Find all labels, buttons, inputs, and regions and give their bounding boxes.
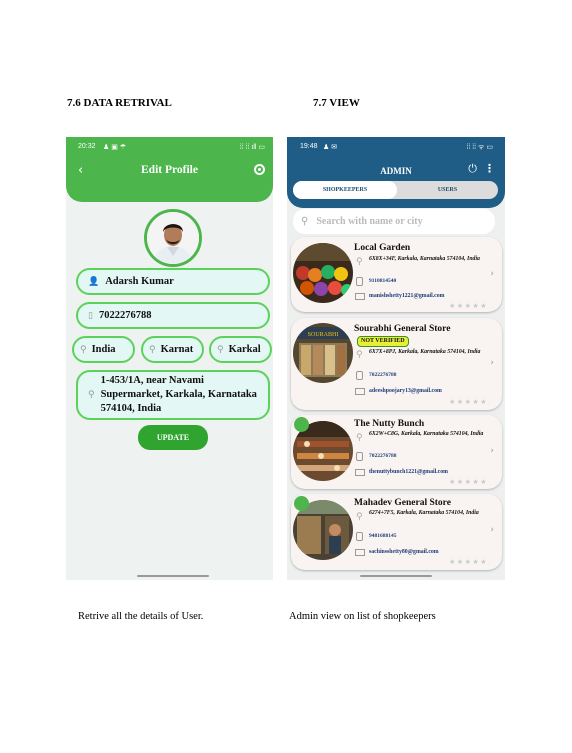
address-field[interactable]: ⚲ 1-453/1A, near Navami Supermarket, Kar… — [76, 370, 270, 420]
country-dropdown[interactable]: ⚲ India — [72, 336, 135, 363]
shop-image: SOURABHI — [293, 323, 353, 383]
edit-profile-header: 20:32 ♟ ▣ ☂ ⁞⁞ ⁞⁞ ıll ▭ ‹ Edit Profile — [66, 137, 273, 202]
shop-card[interactable]: Local Garden ⚲ 6X8X+34F, Karkala, Karnat… — [291, 237, 502, 312]
home-indicator[interactable] — [360, 575, 432, 577]
phone-icon — [356, 371, 363, 380]
phone-field[interactable]: ▯ 7022276788 — [76, 302, 270, 329]
shop-email: adeeshpoojary13@gmail.com — [369, 388, 442, 394]
status-dot-icon — [294, 496, 309, 511]
shop-address: 6X2W+C8G, Karkala, Karnataka 574104, Ind… — [369, 431, 484, 437]
shop-address: 6X8X+34F, Karkala, Karnataka 574104, Ind… — [369, 256, 480, 262]
shop-image — [293, 243, 353, 303]
email-icon — [355, 469, 365, 476]
status-notification-icons: ♟ ▣ ☂ — [103, 144, 127, 151]
email-icon — [355, 293, 365, 300]
shop-name: The Nutty Bunch — [354, 419, 425, 429]
chevron-right-icon[interactable]: › — [490, 358, 494, 368]
shop-phone: 7022276788 — [369, 372, 397, 378]
not-verified-badge: NOT VERIFIED — [357, 336, 409, 347]
chevron-right-icon[interactable]: › — [490, 446, 494, 456]
shop-name: Sourabhi General Store — [354, 324, 451, 334]
shop-address: 6274+7F5, Karkala, Karnataka 574104, Ind… — [369, 510, 479, 516]
location-pin-icon: ⚲ — [80, 344, 87, 355]
location-pin-icon: ⚲ — [217, 344, 224, 355]
shop-email: manishshetty1221@gmail.com — [369, 293, 445, 299]
search-placeholder: Search with name or city — [316, 216, 423, 227]
shop-phone: 9481688145 — [369, 533, 397, 539]
search-input[interactable]: ⚲ Search with name or city — [293, 209, 495, 234]
admin-view-screenshot: 19:48 ♟ ✉ ⁞⁞ ⁞⁞ ᯤ ▭ ADMIN ⏻ ⋮ SHOPKEEPER… — [287, 137, 505, 580]
phone-icon — [356, 277, 363, 286]
svg-text:SOURABHI: SOURABHI — [308, 332, 339, 338]
caption-view: Admin view on list of shopkeepers — [289, 611, 436, 622]
country-value: India — [91, 344, 116, 355]
shop-phone: 7022276788 — [369, 453, 397, 459]
phone-icon — [356, 532, 363, 541]
name-value: Adarsh Kumar — [105, 276, 174, 287]
shop-card[interactable]: The Nutty Bunch ⚲ 6X2W+C8G, Karkala, Kar… — [291, 415, 502, 489]
page-title: Edit Profile — [141, 164, 198, 176]
shop-phone: 9110814540 — [369, 278, 397, 284]
edit-profile-screenshot: 20:32 ♟ ▣ ☂ ⁞⁞ ⁞⁞ ıll ▭ ‹ Edit Profile 👤… — [66, 137, 273, 580]
shop-email: sachinsshetty80@gmail.com — [369, 549, 439, 555]
location-pin-icon: ⚲ — [356, 350, 363, 360]
caption-data-retrival: Retrive all the details of User. — [78, 611, 204, 622]
rating-stars-icon[interactable]: ★★★★★ — [449, 302, 488, 310]
home-indicator[interactable] — [137, 575, 209, 577]
chevron-right-icon[interactable]: › — [490, 269, 494, 279]
location-pin-icon: ⚲ — [356, 257, 363, 267]
section-heading-data-retrival: 7.6 DATA RETRIVAL — [67, 97, 172, 109]
tab-shopkeepers[interactable]: SHOPKEEPERS — [293, 181, 397, 199]
phone-icon: ▯ — [88, 310, 93, 321]
shop-name: Local Garden — [354, 243, 411, 253]
email-icon — [355, 549, 365, 556]
email-icon — [355, 388, 365, 395]
shop-name: Mahadev General Store — [354, 498, 451, 508]
status-system-icons: ⁞⁞ ⁞⁞ ᯤ ▭ — [466, 144, 493, 151]
status-notification-icons: ♟ ✉ — [323, 144, 338, 151]
search-icon: ⚲ — [301, 216, 309, 227]
rating-stars-icon[interactable]: ★★★★★ — [449, 398, 488, 406]
tab-bar: SHOPKEEPERS USERS — [293, 181, 498, 199]
status-time: 20:32 — [78, 143, 96, 150]
city-value: Karkal — [228, 344, 261, 355]
location-pin-icon: ⚲ — [356, 512, 363, 522]
person-icon: 👤 — [88, 276, 100, 287]
section-heading-view: 7.7 VIEW — [313, 97, 360, 109]
rating-stars-icon[interactable]: ★★★★★ — [449, 478, 488, 486]
shop-card[interactable]: SOURABHI Sourabhi General Store NOT VERI… — [291, 318, 502, 410]
location-pin-icon: ⚲ — [356, 433, 363, 443]
phone-value: 7022276788 — [98, 310, 152, 321]
tab-users[interactable]: USERS — [397, 181, 498, 199]
shop-email: thenuttybunch1221@gmail.com — [369, 469, 448, 475]
status-time: 19:48 — [300, 143, 318, 150]
shop-address: 6X7X+8PJ, Karkala, Karnataka 574104, Ind… — [369, 349, 481, 355]
city-dropdown[interactable]: ⚲ Karkal — [209, 336, 272, 363]
shop-card[interactable]: Mahadev General Store ⚲ 6274+7F5, Karkal… — [291, 494, 502, 570]
power-icon[interactable]: ⏻ — [468, 162, 477, 176]
state-value: Karnat — [160, 344, 194, 355]
more-options-icon[interactable]: ⋮ — [484, 162, 495, 175]
state-dropdown[interactable]: ⚲ Karnat — [141, 336, 204, 363]
status-dot-icon — [294, 417, 309, 432]
avatar[interactable] — [144, 209, 202, 267]
admin-header: 19:48 ♟ ✉ ⁞⁞ ⁞⁞ ᯤ ▭ ADMIN ⏻ ⋮ SHOPKEEPER… — [287, 137, 505, 208]
update-button[interactable]: UPDATE — [138, 425, 208, 450]
location-pin-icon: ⚲ — [149, 344, 156, 355]
phone-icon — [356, 452, 363, 461]
location-target-icon[interactable] — [254, 164, 265, 175]
rating-stars-icon[interactable]: ★★★★★ — [449, 558, 488, 566]
address-value: 1-453/1A, near Navami Supermarket, Karka… — [100, 374, 257, 415]
location-pin-icon: ⚲ — [88, 390, 95, 400]
status-system-icons: ⁞⁞ ⁞⁞ ıll ▭ — [239, 144, 265, 151]
chevron-right-icon[interactable]: › — [490, 525, 494, 535]
name-field[interactable]: 👤 Adarsh Kumar — [76, 268, 270, 295]
